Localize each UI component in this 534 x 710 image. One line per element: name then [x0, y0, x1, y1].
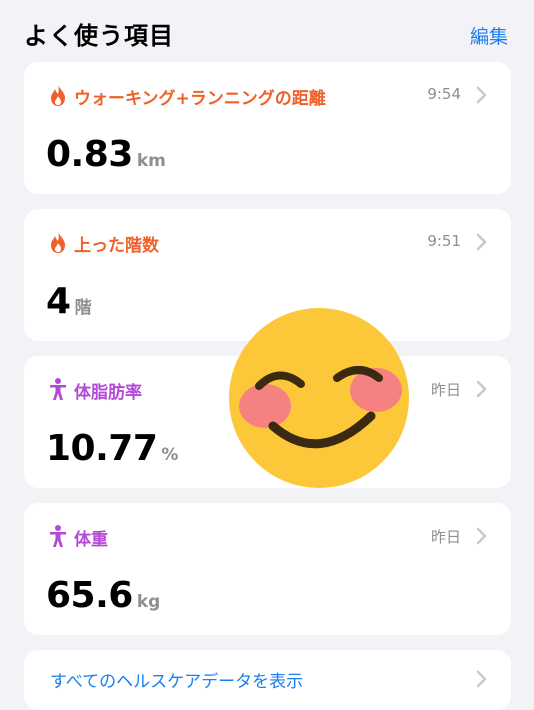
metric-unit: km: [136, 151, 166, 171]
card-value: 65.6 kg: [46, 575, 160, 616]
card-category-label: 体脂肪率: [74, 383, 142, 403]
card-category-label: ウォーキング+ランニングの距離: [74, 89, 326, 109]
chevron-right-icon: [476, 670, 487, 688]
chevron-right-icon: [476, 233, 487, 251]
card-value: 4階: [46, 281, 92, 322]
card-value: 10.77%: [46, 428, 178, 469]
metric-unit: kg: [136, 592, 161, 612]
section-title: よく使う項目: [24, 22, 174, 50]
person-figure-icon: [50, 378, 66, 400]
card-header: 体重 昨日: [48, 523, 487, 551]
metric-value: 65.6: [46, 575, 133, 616]
favorite-card-weight[interactable]: 体重 昨日 65.6 kg: [24, 503, 511, 635]
chevron-right-icon: [476, 86, 487, 104]
card-timestamp: 昨日: [430, 528, 461, 546]
card-timestamp: 9:54: [427, 85, 461, 103]
metric-value: 0.83: [46, 134, 133, 175]
metric-unit: %: [161, 445, 179, 465]
card-timestamp: 昨日: [430, 381, 461, 399]
metric-value: 4: [46, 281, 71, 322]
smiling-face-emoji-icon: [229, 308, 409, 488]
metric-value: 10.77: [46, 428, 158, 469]
chevron-right-icon: [476, 380, 487, 398]
favorites-header: よく使う項目 編集: [0, 0, 534, 56]
card-header: 上った階数 9:51: [48, 229, 487, 257]
card-category-label: 上った階数: [74, 236, 159, 256]
flame-icon: [51, 231, 65, 253]
person-figure-icon: [50, 525, 66, 547]
card-value: 0.83 km: [46, 134, 166, 175]
favorite-card-distance[interactable]: ウォーキング+ランニングの距離 9:54 0.83 km: [24, 62, 511, 194]
card-timestamp: 9:51: [427, 232, 461, 250]
chevron-right-icon: [476, 527, 487, 545]
edit-button[interactable]: 編集: [470, 22, 508, 49]
metric-unit: 階: [74, 298, 92, 318]
flame-icon: [51, 84, 65, 106]
card-category-label: 体重: [74, 530, 108, 550]
show-all-health-data-link[interactable]: すべてのヘルスケアデータを表示: [24, 650, 511, 710]
card-header: ウォーキング+ランニングの距離 9:54: [48, 82, 487, 110]
